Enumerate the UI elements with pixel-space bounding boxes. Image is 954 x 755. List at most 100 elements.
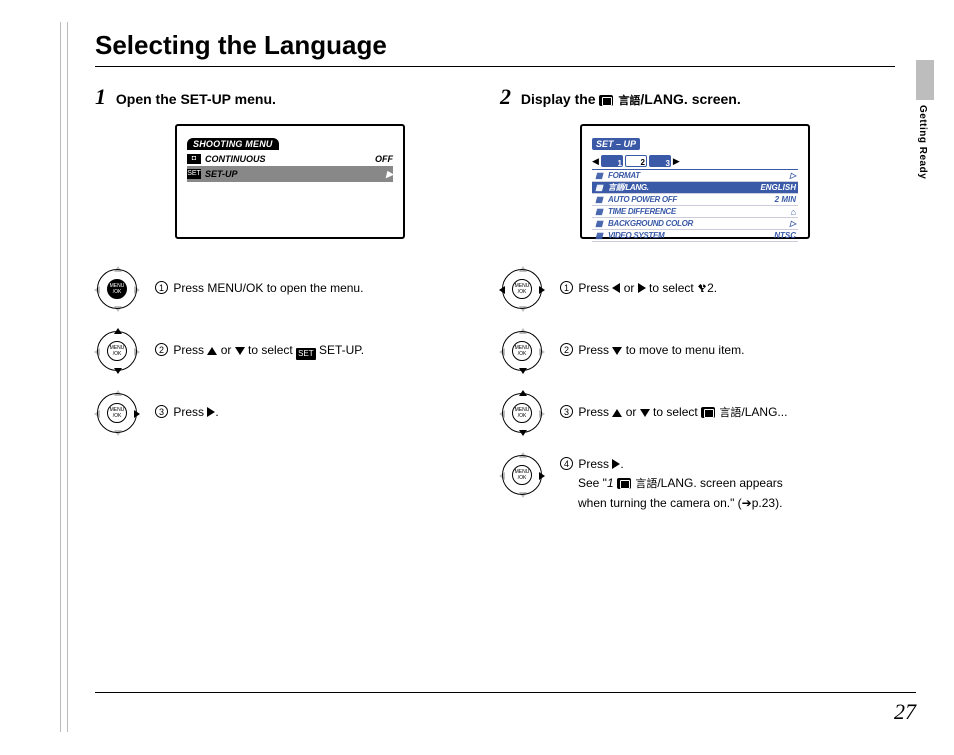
circled-number: 3 [155, 405, 168, 418]
lang-badge-icon [701, 407, 715, 418]
circled-number: 1 [560, 281, 573, 294]
instruction-text: 4 Press . See "1 言語/LANG. screen appears… [560, 453, 783, 513]
setup-row-selected: ▦言語/LANG.ENGLISH [592, 182, 798, 194]
text: when turning the camera on." (➔p.23). [560, 494, 783, 513]
text: SET-UP. [316, 343, 364, 357]
circled-number: 1 [155, 281, 168, 294]
wrench-icon [697, 283, 707, 293]
down-arrow-icon [612, 347, 622, 355]
dpad-icon: MENU/OK [500, 453, 544, 497]
text: to select [245, 343, 296, 357]
step-2-lcd: SET – UP ◀ 1 2 3 ▶ ▦FORMAT▷ ▦言語/LANG.ENG… [580, 124, 810, 239]
instruction-row: MENU/OK 4 Press . See "1 言語/LANG. screen… [500, 453, 890, 513]
down-arrow-icon [235, 347, 245, 355]
text: Press [578, 281, 612, 295]
lcd-row-label: CONTINUOUS [205, 154, 371, 164]
step-2-heading: 2 Display the 言語/LANG. screen. [500, 84, 890, 110]
up-arrow-icon [207, 347, 217, 355]
binding-margin [60, 22, 68, 732]
instruction-row: MENU/OK 2 Press to move to menu item. [500, 329, 890, 373]
kanji-text: 言語 [618, 95, 640, 107]
page-title: Selecting the Language [95, 30, 387, 61]
instruction-text: 1 Press MENU/OK to open the menu. [155, 267, 363, 298]
step-number: 1 [95, 84, 106, 109]
text: .. [781, 405, 788, 419]
text: /LANG. [640, 91, 687, 107]
tab-number: 1 [617, 159, 621, 168]
text: to select [646, 281, 697, 295]
instruction-row: MENU/OK 2 Press or to select SET SET-UP. [95, 329, 485, 373]
dpad-icon: MENU/OK [500, 329, 544, 373]
text: screen appears [697, 476, 783, 490]
circled-number: 2 [560, 343, 573, 356]
setup-tabs: ◀ 1 2 3 ▶ [592, 155, 798, 167]
dpad-icon: MENU/OK [95, 329, 139, 373]
instruction-text: 2 Press or to select SET SET-UP. [155, 329, 364, 360]
right-arrow-icon [638, 283, 646, 293]
dpad-icon: MENU/OK [500, 391, 544, 435]
page-number: 27 [894, 699, 916, 725]
circled-number: 4 [560, 457, 573, 470]
instruction-row: MENU/OK 3 Press . [95, 391, 485, 435]
text: to move to menu item. [622, 343, 744, 357]
text: or [620, 281, 637, 295]
text: screen. [688, 91, 741, 107]
setup-row: ▦AUTO POWER OFF2 MIN [592, 194, 798, 206]
instruction-text: 2 Press to move to menu item. [560, 329, 744, 360]
dpad-icon: MENU/OK [95, 267, 139, 311]
text: Press [578, 405, 612, 419]
instruction-row: MENU/OK 3 Press or to select 言語/LANG... [500, 391, 890, 435]
text: Press [578, 343, 612, 357]
text: Press [578, 457, 612, 471]
section-label: Getting Ready [917, 105, 928, 179]
setup-row: ▦VIDEO SYSTEMNTSC [592, 230, 798, 242]
lang-badge-icon [617, 478, 631, 489]
lcd-row-selected: SET SET-UP ▶ [187, 167, 393, 181]
step-1-column: 1 Open the SET-UP menu. SHOOTING MENU ◘ … [95, 84, 485, 453]
text: to select [650, 405, 701, 419]
title-rule [95, 66, 895, 67]
text: See " [578, 476, 607, 490]
instruction-row: MENU/OK 1 Press or to select 2. [500, 267, 890, 311]
circled-number: 2 [155, 343, 168, 356]
step-2-column: 2 Display the 言語/LANG. screen. SET – UP … [500, 84, 890, 531]
instruction-text: 3 Press . [155, 391, 219, 422]
text: . [714, 281, 717, 295]
lcd-row-icon: SET [187, 169, 201, 179]
step-1-lcd: SHOOTING MENU ◘ CONTINUOUS OFF SET SET-U… [175, 124, 405, 239]
text: Press [173, 405, 207, 419]
lcd-row: ◘ CONTINUOUS OFF [187, 152, 393, 166]
setup-row: ▦FORMAT▷ [592, 170, 798, 182]
lcd-row-value: OFF [375, 154, 393, 164]
section-tab [916, 60, 934, 100]
kanji-text: 言語 [719, 407, 741, 419]
lcd-row-value: ▶ [386, 169, 393, 180]
tab-number: 3 [665, 159, 669, 168]
text: or [217, 343, 234, 357]
up-arrow-icon [612, 409, 622, 417]
setup-title: SET – UP [592, 138, 640, 150]
step-number: 2 [500, 84, 511, 109]
reference-number: 1 [607, 476, 614, 490]
text: Press [173, 343, 207, 357]
lcd-row-icon: ◘ [187, 154, 201, 164]
footer-rule [95, 692, 916, 693]
step-1-heading-text: Open the SET-UP menu. [116, 91, 276, 107]
dpad-icon: MENU/OK [95, 391, 139, 435]
set-badge-icon: SET [296, 348, 316, 360]
lcd-tab-label: SHOOTING MENU [187, 138, 279, 150]
setup-row: ▦BACKGROUND COLOR▷ [592, 218, 798, 230]
kanji-text: 言語 [635, 478, 657, 490]
lang-badge-icon [599, 95, 613, 106]
down-arrow-icon [640, 409, 650, 417]
tab-number: 2 [640, 158, 644, 167]
instruction-row: MENU/OK 1 Press MENU/OK to open the menu… [95, 267, 485, 311]
text: /LANG. [741, 405, 780, 419]
text: . [620, 457, 623, 471]
text: or [622, 405, 639, 419]
step-1-heading: 1 Open the SET-UP menu. [95, 84, 485, 110]
text: Display the [521, 91, 600, 107]
instruction-text: 1 Press or to select 2. [560, 267, 717, 298]
circled-number: 3 [560, 405, 573, 418]
text: . [215, 405, 218, 419]
